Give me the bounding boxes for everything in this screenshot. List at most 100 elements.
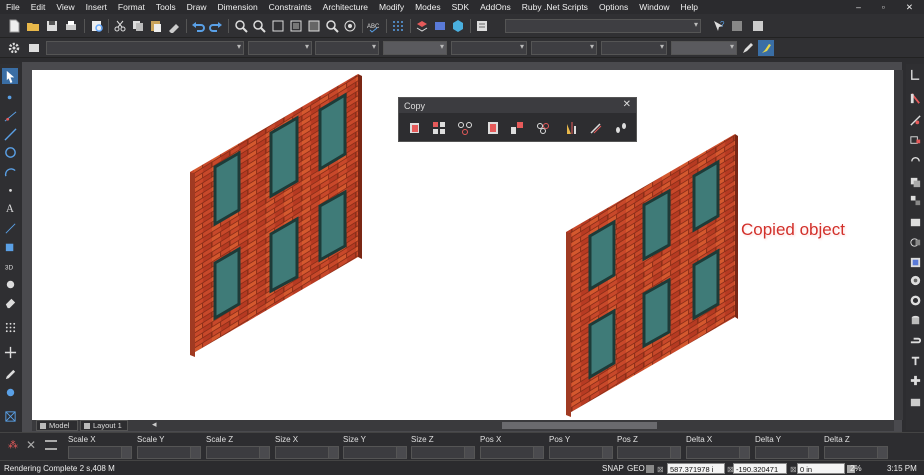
menu-addons[interactable]: AddOns [474, 2, 516, 12]
paste-icon[interactable] [148, 18, 164, 34]
dimension-icon[interactable] [2, 220, 18, 236]
explode-icon[interactable] [907, 192, 923, 208]
dimension-style-combo[interactable] [531, 41, 597, 55]
copy-icon[interactable] [130, 18, 146, 34]
delta-y-input[interactable] [755, 446, 819, 459]
rectangle-copy-icon[interactable] [907, 132, 923, 148]
size-z-input[interactable] [411, 446, 475, 459]
linetype-combo[interactable] [315, 41, 379, 55]
circle-icon[interactable] [2, 144, 18, 160]
menu-edit[interactable]: Edit [25, 2, 51, 12]
zoom-previous-icon[interactable] [324, 18, 340, 34]
menu-file[interactable]: File [0, 2, 25, 12]
slice-icon[interactable] [907, 372, 923, 388]
sphere-icon[interactable] [907, 272, 923, 288]
stack-icon[interactable] [907, 174, 923, 190]
polar-array-icon[interactable] [457, 120, 473, 136]
settings-gear-icon[interactable] [6, 40, 22, 56]
pipe-icon[interactable] [907, 332, 923, 348]
ellipse-icon[interactable] [2, 181, 18, 197]
pan-icon[interactable] [306, 18, 322, 34]
point-icon[interactable] [2, 88, 18, 104]
scale-y-input[interactable] [137, 446, 201, 459]
minimize-button[interactable]: – [850, 2, 866, 12]
snap-toggle[interactable]: SNAP [602, 463, 624, 474]
mirror-icon[interactable] [563, 120, 579, 136]
footprints-icon[interactable] [613, 120, 629, 136]
menu-sdk[interactable]: SDK [446, 2, 474, 12]
delta-z-input[interactable] [824, 446, 888, 459]
wall-tool-icon[interactable] [907, 66, 923, 82]
menu-tools[interactable]: Tools [150, 2, 181, 12]
menu-help[interactable]: Help [674, 2, 702, 12]
menu-view[interactable]: View [50, 2, 79, 12]
erase-tool-icon[interactable] [907, 90, 923, 106]
scroll-left-arrow-icon[interactable]: ◂ [152, 419, 157, 430]
command-combo[interactable] [505, 19, 701, 33]
zoom-all-icon[interactable] [288, 18, 304, 34]
open-folder-icon[interactable] [25, 18, 41, 34]
pos-x-input[interactable] [480, 446, 544, 459]
menu-dimension[interactable]: Dimension [212, 2, 263, 12]
copy-panel-close-button[interactable]: ✕ [623, 99, 631, 110]
render-icon[interactable] [432, 18, 448, 34]
spell-check-icon[interactable]: ABC [366, 18, 382, 34]
stop-icon[interactable] [729, 18, 745, 34]
lineweight-combo[interactable] [383, 41, 447, 55]
copy-clipboard-icon[interactable] [485, 120, 501, 136]
menu-window[interactable]: Window [633, 2, 674, 12]
new-file-icon[interactable] [6, 18, 22, 34]
restore-button[interactable]: ▫ [876, 2, 890, 12]
size-y-input[interactable] [343, 446, 407, 459]
zoom-extents-icon[interactable] [270, 18, 286, 34]
menu-format[interactable]: Format [112, 2, 150, 12]
arc-icon[interactable] [2, 163, 18, 179]
grip-icon[interactable] [45, 440, 57, 450]
menu-constraints[interactable]: Constraints [263, 2, 317, 12]
text-style-combo[interactable] [601, 41, 667, 55]
color-combo[interactable] [248, 41, 312, 55]
pencil-icon[interactable] [740, 40, 756, 56]
tab-layout-1[interactable]: Layout 1 [80, 420, 128, 431]
cut-icon[interactable] [112, 18, 128, 34]
close-button[interactable]: ✕ [900, 2, 918, 13]
menu-modes[interactable]: Modes [409, 2, 446, 12]
infinite-line-icon[interactable] [2, 108, 18, 124]
grid-icon[interactable] [390, 18, 406, 34]
pen-icon[interactable] [2, 366, 18, 382]
mirror-array-icon[interactable] [535, 120, 551, 136]
delta-x-input[interactable] [686, 446, 750, 459]
scale-x-input[interactable] [68, 446, 132, 459]
info-icon[interactable] [750, 18, 766, 34]
trim-icon[interactable] [907, 112, 923, 128]
region-icon[interactable] [2, 276, 18, 292]
line-icon[interactable] [2, 126, 18, 142]
extrude-icon[interactable] [907, 352, 923, 368]
print-preview-icon[interactable] [89, 18, 105, 34]
grid-toggle-icon[interactable] [2, 319, 18, 335]
materials-icon[interactable] [450, 18, 466, 34]
vertical-scrollbar[interactable] [894, 70, 903, 420]
layer-icon[interactable] [414, 18, 430, 34]
horizontal-scrollbar-thumb[interactable] [502, 422, 657, 429]
tool-palette-icon[interactable] [2, 408, 18, 424]
menu-insert[interactable]: Insert [80, 2, 112, 12]
pos-z-input[interactable] [617, 446, 681, 459]
scale-z-input[interactable] [206, 446, 270, 459]
rectangular-array-icon[interactable] [431, 120, 447, 136]
properties-icon[interactable] [474, 18, 490, 34]
zoom-realtime-icon[interactable] [233, 18, 249, 34]
size-x-input[interactable] [275, 446, 339, 459]
union-icon[interactable] [907, 234, 923, 250]
help-pointer-icon[interactable]: ? [711, 18, 727, 34]
path-array-icon[interactable] [509, 120, 525, 136]
snap-settings-icon[interactable] [2, 384, 18, 400]
hatch-icon[interactable] [2, 238, 18, 254]
save-icon[interactable] [44, 18, 60, 34]
table-style-combo[interactable] [671, 41, 737, 55]
match-properties-icon[interactable] [166, 18, 182, 34]
print-style-combo[interactable] [451, 41, 527, 55]
tab-model[interactable]: Model [36, 420, 78, 431]
menu-options[interactable]: Options [593, 2, 633, 12]
redo-icon[interactable] [208, 18, 224, 34]
